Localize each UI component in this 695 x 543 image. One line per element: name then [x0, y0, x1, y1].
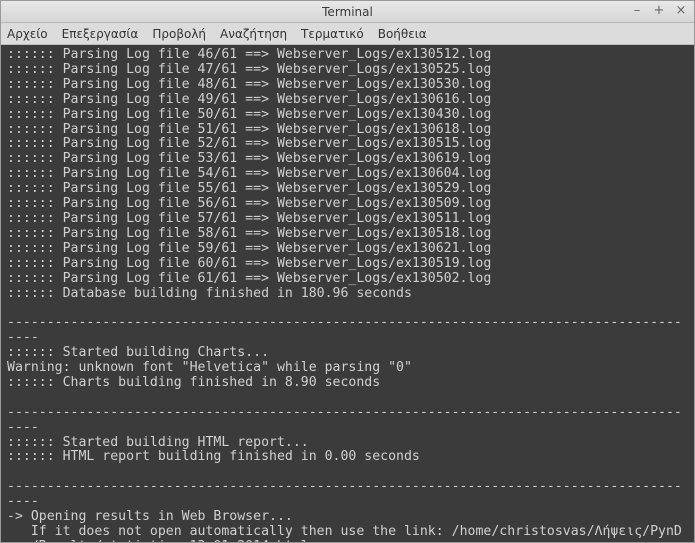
window-title: Terminal: [322, 5, 373, 19]
menu-file[interactable]: Αρχείο: [7, 27, 48, 41]
minimize-button[interactable]: –: [630, 4, 644, 18]
window-controls: – + ×: [630, 4, 688, 18]
menubar: Αρχείο Επεξεργασία Προβολή Αναζήτηση Τερ…: [1, 23, 694, 45]
menu-help[interactable]: Βοήθεια: [378, 27, 427, 41]
close-button[interactable]: ×: [674, 4, 688, 18]
menu-view[interactable]: Προβολή: [152, 27, 206, 41]
menu-search[interactable]: Αναζήτηση: [220, 27, 287, 41]
menu-terminal[interactable]: Τερματικό: [301, 27, 364, 41]
terminal-output[interactable]: :::::: Parsing Log file 46/61 ==> Webser…: [1, 45, 694, 542]
titlebar: Terminal – + ×: [1, 1, 694, 23]
menu-edit[interactable]: Επεξεργασία: [62, 27, 139, 41]
maximize-button[interactable]: +: [652, 4, 666, 18]
terminal-window: Terminal – + × Αρχείο Επεξεργασία Προβολ…: [0, 0, 695, 543]
